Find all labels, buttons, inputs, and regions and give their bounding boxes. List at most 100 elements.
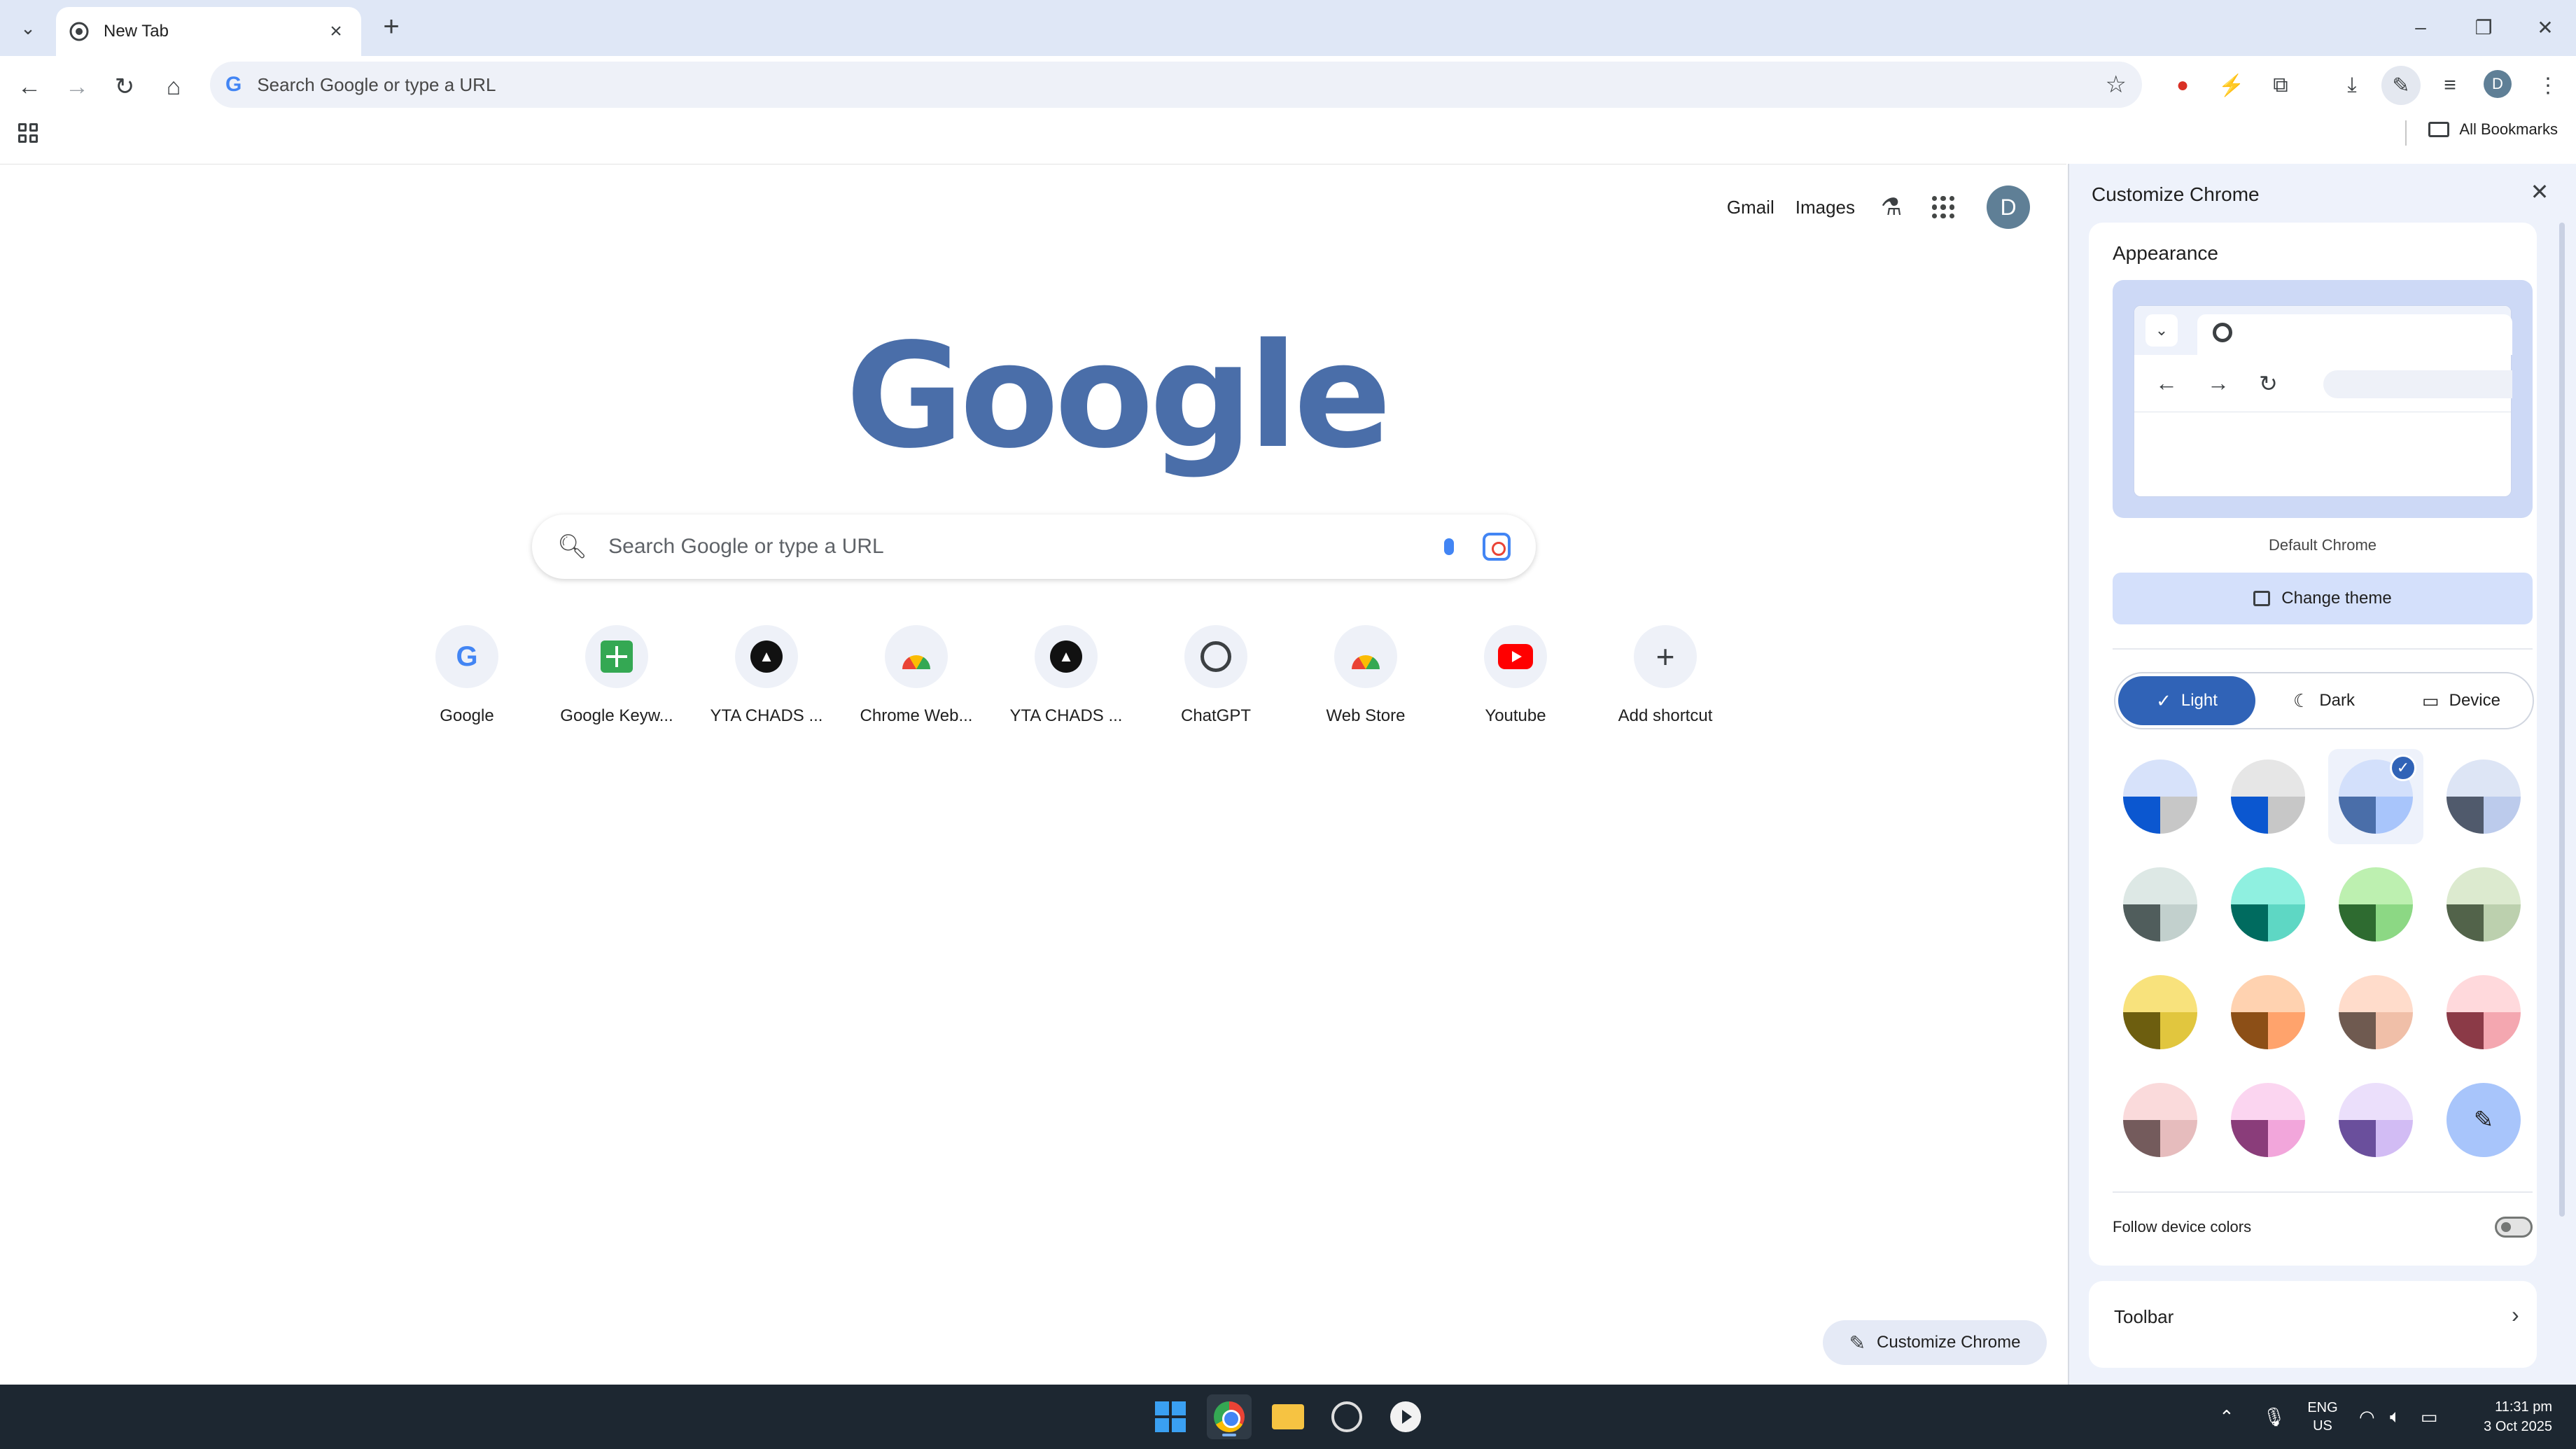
tray-chevron-icon[interactable]: ⌃ (2219, 1385, 2234, 1449)
wifi-icon[interactable]: ◠ (2359, 1385, 2375, 1449)
side-panel-scrollbar[interactable] (2559, 223, 2565, 1217)
reload-icon[interactable]: ↻ (105, 67, 144, 106)
profile-avatar-small[interactable]: D (2484, 70, 2512, 98)
lang-code: ENG (2307, 1400, 2338, 1415)
color-swatch[interactable] (2436, 965, 2531, 1060)
google-apps-icon[interactable] (1928, 192, 1959, 223)
color-swatch[interactable] (2220, 1072, 2316, 1168)
volume-icon[interactable]: 🔈︎ (2390, 1385, 2401, 1449)
new-tab-button[interactable]: + (375, 13, 407, 45)
customize-chrome-label: Customize Chrome (1877, 1333, 2021, 1352)
shortcut-google-keyword[interactable]: Google Keyw... (542, 625, 692, 726)
tray-mic-icon[interactable]: 🎙︎ (2262, 1385, 2286, 1449)
new-tab-page: Gmail Images ⚗ D Google 🔍︎ G Google Goog… (0, 164, 2066, 1385)
color-swatch[interactable] (2328, 857, 2423, 952)
follow-device-colors-toggle[interactable] (2495, 1217, 2533, 1238)
home-icon[interactable]: ⌂ (154, 67, 193, 106)
taskbar-media-player[interactable] (1383, 1394, 1428, 1439)
account-avatar[interactable]: D (1987, 186, 2030, 229)
taskbar-chrome[interactable] (1207, 1394, 1252, 1439)
swatch-circle (2339, 867, 2413, 941)
color-swatch[interactable] (2436, 749, 2531, 844)
theme-name: Default Chrome (2268, 536, 2377, 554)
color-swatch[interactable] (2113, 857, 2208, 952)
opera-extension-icon[interactable]: ● (2163, 66, 2202, 105)
clock-date: 3 Oct 2025 (2484, 1419, 2552, 1434)
side-panel-close-icon[interactable]: ✕ (2524, 176, 2555, 207)
bookmark-star-icon[interactable]: ☆ (2106, 71, 2127, 99)
swatch-circle (2231, 1083, 2305, 1157)
color-swatch[interactable] (2328, 965, 2423, 1060)
color-swatch[interactable] (2220, 965, 2316, 1060)
gmail-link[interactable]: Gmail (1727, 197, 1774, 218)
mode-light-label: Light (2180, 691, 2218, 710)
shortcut-web-store[interactable]: Web Store (1291, 625, 1441, 726)
language-indicator[interactable]: ENG US (2307, 1385, 2338, 1449)
color-swatch[interactable] (2328, 1072, 2423, 1168)
start-button[interactable] (1148, 1394, 1193, 1439)
chatgpt-icon (1200, 641, 1231, 672)
back-icon[interactable]: ← (10, 67, 49, 106)
reading-list-icon[interactable]: ≡ (2430, 66, 2470, 105)
tab-search-chevron-icon[interactable]: ⌄ (10, 10, 46, 46)
ntp-search-box[interactable]: 🔍︎ (532, 514, 1536, 579)
labs-flask-icon[interactable]: ⚗ (1876, 192, 1907, 223)
mode-device[interactable]: ▭ Device (2393, 676, 2530, 725)
customize-chrome-button[interactable]: ✎ Customize Chrome (1823, 1320, 2047, 1365)
lightning-extension-icon[interactable]: ⚡ (2212, 66, 2251, 105)
color-swatch[interactable] (2113, 749, 2208, 844)
color-swatch[interactable] (2436, 857, 2531, 952)
mode-dark[interactable]: ☾ Dark (2255, 676, 2393, 725)
shortcut-yta-chads-2[interactable]: ▲ YTA CHADS ... (991, 625, 1141, 726)
chrome-favicon-icon (69, 22, 89, 41)
taskbar-app-circle[interactable] (1324, 1394, 1369, 1439)
shortcut-youtube[interactable]: Youtube (1441, 625, 1590, 726)
swatch-circle (2123, 1083, 2197, 1157)
images-link[interactable]: Images (1795, 197, 1855, 218)
voice-search-mic-icon[interactable] (1435, 533, 1463, 561)
search-icon: 🔍︎ (557, 533, 588, 560)
change-theme-button[interactable]: Change theme (2113, 573, 2533, 624)
taskbar-file-explorer[interactable] (1266, 1394, 1310, 1439)
forward-icon[interactable]: → (57, 67, 97, 106)
play-icon (1390, 1401, 1421, 1432)
folder-icon (2428, 122, 2450, 137)
battery-icon[interactable]: ▭ (2421, 1385, 2438, 1449)
google-logo: Google (846, 312, 1392, 480)
mode-light[interactable]: ✓ Light (2118, 676, 2255, 725)
windows-taskbar: ⌃ 🎙︎ ENG US ◠ 🔈︎ ▭ 11:31 pm 3 Oct 2025 (0, 1385, 2576, 1449)
clock[interactable]: 11:31 pm 3 Oct 2025 (2468, 1385, 2552, 1449)
shortcuts-row: G Google Google Keyw... ▲ YTA CHADS ... … (392, 625, 1740, 726)
tab-close-icon[interactable]: × (323, 19, 349, 44)
color-swatch[interactable] (2113, 1072, 2208, 1168)
restore-icon[interactable]: ❐ (2463, 10, 2505, 45)
minimize-icon[interactable]: – (2400, 10, 2442, 45)
swatch-circle (2446, 760, 2521, 834)
shortcut-chrome-web[interactable]: Chrome Web... (841, 625, 991, 726)
shortcut-google[interactable]: G Google (392, 625, 542, 726)
color-swatch[interactable]: ✓ (2328, 749, 2423, 844)
extensions-puzzle-icon[interactable]: ⧉ (2261, 66, 2300, 105)
menu-kebab-icon[interactable]: ⋮ (2528, 66, 2568, 105)
color-swatch[interactable] (2220, 857, 2316, 952)
close-window-icon[interactable]: ✕ (2524, 10, 2566, 45)
ntp-search-input[interactable] (608, 535, 1435, 559)
shortcut-chatgpt[interactable]: ChatGPT (1141, 625, 1291, 726)
shortcut-yta-chads-1[interactable]: ▲ YTA CHADS ... (692, 625, 841, 726)
tab-new-tab[interactable]: New Tab × (56, 7, 361, 56)
youtube-icon (1498, 644, 1533, 669)
app-circle-icon (1331, 1401, 1362, 1432)
add-shortcut[interactable]: + Add shortcut (1590, 625, 1740, 726)
clock-time: 11:31 pm (2495, 1399, 2552, 1415)
color-swatch[interactable] (2113, 965, 2208, 1060)
download-icon[interactable]: ⤓ (2332, 66, 2372, 105)
custom-color-swatch[interactable]: ✎ (2436, 1072, 2531, 1168)
swatch-circle (2446, 975, 2521, 1049)
follow-device-colors-label: Follow device colors (2113, 1218, 2252, 1236)
color-swatch[interactable] (2220, 749, 2316, 844)
apps-shortcut-icon[interactable] (15, 120, 41, 146)
customize-pencil-icon[interactable]: ✎ (2381, 66, 2421, 105)
google-lens-icon[interactable] (1483, 533, 1511, 561)
all-bookmarks-button[interactable]: All Bookmarks (2428, 120, 2558, 139)
omnibox[interactable]: G Search Google or type a URL ☆ (210, 62, 2142, 108)
